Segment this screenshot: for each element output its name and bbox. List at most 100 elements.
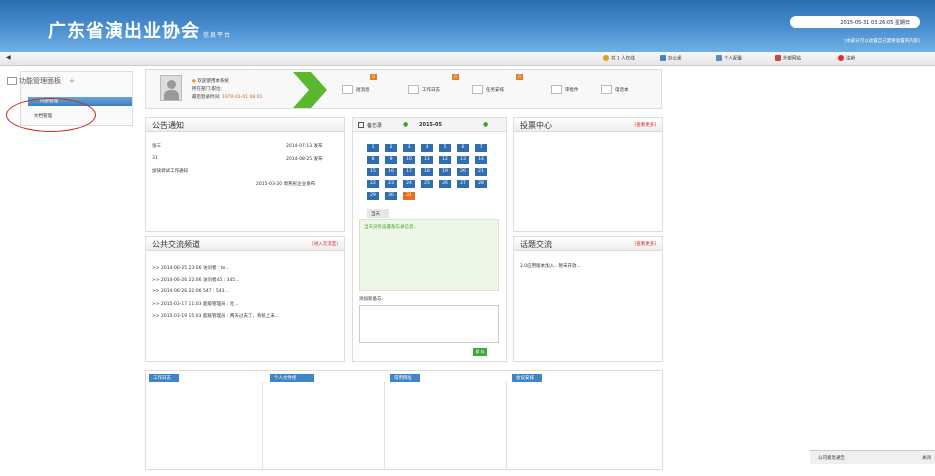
calendar-day[interactable]: 13: [457, 156, 469, 164]
quick-messages[interactable]: 短消息: [342, 85, 370, 94]
topic-row[interactable]: 2.0应用版本加入...暂未开放...: [520, 263, 581, 269]
today-tab[interactable]: 当天: [367, 209, 389, 218]
chat-row[interactable]: >> 2014-06-26 22:06 访问者45 : 345...: [152, 277, 239, 283]
external-sites-link[interactable]: 外部网站: [775, 55, 801, 62]
alert-close-link[interactable]: 关闭: [922, 455, 931, 461]
notice-row-3-title[interactable]: 加快调试工作通知: [152, 168, 188, 174]
calendar-day[interactable]: 23: [385, 180, 397, 188]
calendar-day[interactable]: 11: [421, 156, 433, 164]
dept-text: 所在部门:职位:: [192, 87, 223, 92]
vote-panel: 投票中心 [查看更多]: [513, 117, 663, 232]
next-month-icon[interactable]: ●: [483, 121, 488, 128]
calendar-day[interactable]: 26: [439, 180, 451, 188]
notice-row-2-title[interactable]: 31: [152, 156, 158, 161]
chat-row[interactable]: >> 2014-06-26 22:06 547 : 543...: [152, 289, 229, 294]
calendar-day[interactable]: 4: [421, 144, 433, 152]
calendar-day[interactable]: 27: [457, 180, 469, 188]
header-notice: [本部分可以放置自己需要放置的内容]: [844, 39, 920, 44]
calendar-day[interactable]: 6: [457, 144, 469, 152]
calendar-day[interactable]: 14: [475, 156, 487, 164]
calendar-day[interactable]: 30: [385, 192, 397, 200]
topic-more-link[interactable]: [查看更多]: [634, 241, 656, 247]
quick-worklog[interactable]: 工作日志: [408, 85, 440, 94]
tasks-badge: 0: [516, 74, 523, 80]
datetime-display: 2015-05-31 03:26:05 星期日: [790, 16, 920, 28]
save-memo-button[interactable]: 保 存: [473, 348, 487, 356]
calendar-day[interactable]: 28: [475, 180, 487, 188]
notice-row-1-title[interactable]: 张三: [152, 143, 161, 149]
sidebar-header: 功能管理面板 +: [7, 76, 75, 86]
calendar-day[interactable]: 3: [403, 144, 415, 152]
topic-panel: 话题交流 [查看更多] 2.0应用版本加入...暂未开放...: [513, 236, 663, 362]
quick-tasks[interactable]: 任务安排: [472, 85, 504, 94]
toggle-arrow-icon[interactable]: ◀: [6, 54, 11, 61]
toolbar: ◀ 共 1 人在线 办公桌 个人配置 外部网站 注销: [0, 52, 935, 66]
tab-content: [145, 382, 263, 470]
calendar-day[interactable]: 24: [403, 180, 415, 188]
notice-title: 公告通知: [146, 118, 344, 132]
tab-urls[interactable]: 常用网址: [390, 374, 420, 382]
calendar-day[interactable]: 2: [385, 144, 397, 152]
calendar-day[interactable]: 29: [367, 192, 379, 200]
topic-title: 话题交流 [查看更多]: [514, 237, 662, 251]
calendar-header: 备忘录 ● 2015-05 ●: [353, 118, 506, 132]
welcome-text: ● 欢迎使用本系统: [192, 79, 229, 84]
logout-icon: [838, 55, 844, 61]
quick-approval[interactable]: 审批件: [551, 85, 579, 94]
tab-worklog[interactable]: 工作日志: [149, 374, 179, 382]
calendar-day[interactable]: 16: [385, 168, 397, 176]
prev-month-icon[interactable]: ●: [403, 121, 408, 128]
chat-panel: 公共交流频道 [进入交流室] >> 2014-06-25 23:06 访问者 : …: [145, 236, 345, 362]
tab-content: [389, 382, 507, 470]
chat-row[interactable]: >> 2015-03-17 11:03 超级管理员 : 吐...: [152, 301, 239, 307]
user-icon: [603, 55, 609, 61]
alert-bar: 公司紧急通告 关闭: [810, 450, 935, 464]
notice-row-1-date: 2014-07-13 发布: [286, 144, 323, 149]
calendar-day[interactable]: 19: [439, 168, 451, 176]
calendar-day[interactable]: 15: [367, 168, 379, 176]
vote-more-link[interactable]: [查看更多]: [634, 122, 656, 128]
avatar: [160, 75, 182, 101]
calendar-day[interactable]: 31: [403, 192, 415, 200]
chat-row[interactable]: >> 2014-06-25 23:06 访问者 : te...: [152, 265, 230, 271]
memo-area: 当天没有设置备忘录信息...: [359, 219, 499, 291]
calendar-icon: [358, 122, 364, 128]
personal-config-link[interactable]: 个人配置: [716, 55, 742, 62]
calendar-day[interactable]: 20: [457, 168, 469, 176]
office-link[interactable]: 办公桌: [660, 55, 682, 62]
notice-row-2-date: 2014-08-25 发布: [286, 157, 323, 162]
calendar-day[interactable]: 18: [421, 168, 433, 176]
online-users-link[interactable]: 共 1 人在线: [603, 55, 635, 62]
chat-row[interactable]: >> 2015-03-19 15:03 超级管理员 : 两天过去了，系统上未..…: [152, 313, 279, 319]
add-icon[interactable]: +: [69, 77, 75, 85]
calendar-panel: 备忘录 ● 2015-05 ● 1 2 3 4 5 6 7 8 9 10 11 12 13 14 15 16 1…: [352, 117, 507, 362]
quick-phonebook[interactable]: 电话本: [601, 85, 629, 94]
alert-title: 公司紧急通告: [818, 456, 845, 461]
memo-input[interactable]: [359, 305, 499, 343]
calendar-icon: [775, 55, 781, 61]
desk-icon: [660, 55, 666, 61]
messages-badge: 0: [370, 74, 377, 80]
notice-panel: 公告通知 张三 2014-07-13 发布 31 2014-08-25 发布 加…: [145, 117, 345, 232]
memo-empty-msg: 当天没有设置备忘录信息...: [364, 225, 418, 230]
notice-row-4-date: 2015-03-20 周燕彤企业发布: [256, 182, 316, 187]
calendar-day[interactable]: 17: [403, 168, 415, 176]
chat-title: 公共交流频道 [进入交流室]: [146, 237, 344, 251]
logout-link[interactable]: 注销: [838, 55, 855, 62]
user-bar: ● 欢迎使用本系统 所在部门:职位: 最后登录时间: 1970-01-01 08…: [145, 69, 662, 109]
calendar-day[interactable]: 25: [421, 180, 433, 188]
tab-personal-files[interactable]: 个人文件柜: [270, 374, 314, 382]
calendar-day[interactable]: 22: [367, 180, 379, 188]
calendar-day[interactable]: 10: [403, 156, 415, 164]
calendar-day[interactable]: 7: [475, 144, 487, 152]
tab-meetings[interactable]: 会议安排: [512, 374, 542, 382]
vote-title: 投票中心 [查看更多]: [514, 118, 662, 132]
calendar-day[interactable]: 12: [439, 156, 451, 164]
highlight-circle: [6, 98, 96, 132]
calendar-day[interactable]: 9: [385, 156, 397, 164]
calendar-day[interactable]: 8: [367, 156, 379, 164]
calendar-day[interactable]: 21: [475, 168, 487, 176]
chat-more-link[interactable]: [进入交流室]: [312, 241, 338, 247]
calendar-day[interactable]: 1: [367, 144, 379, 152]
calendar-day[interactable]: 5: [439, 144, 451, 152]
